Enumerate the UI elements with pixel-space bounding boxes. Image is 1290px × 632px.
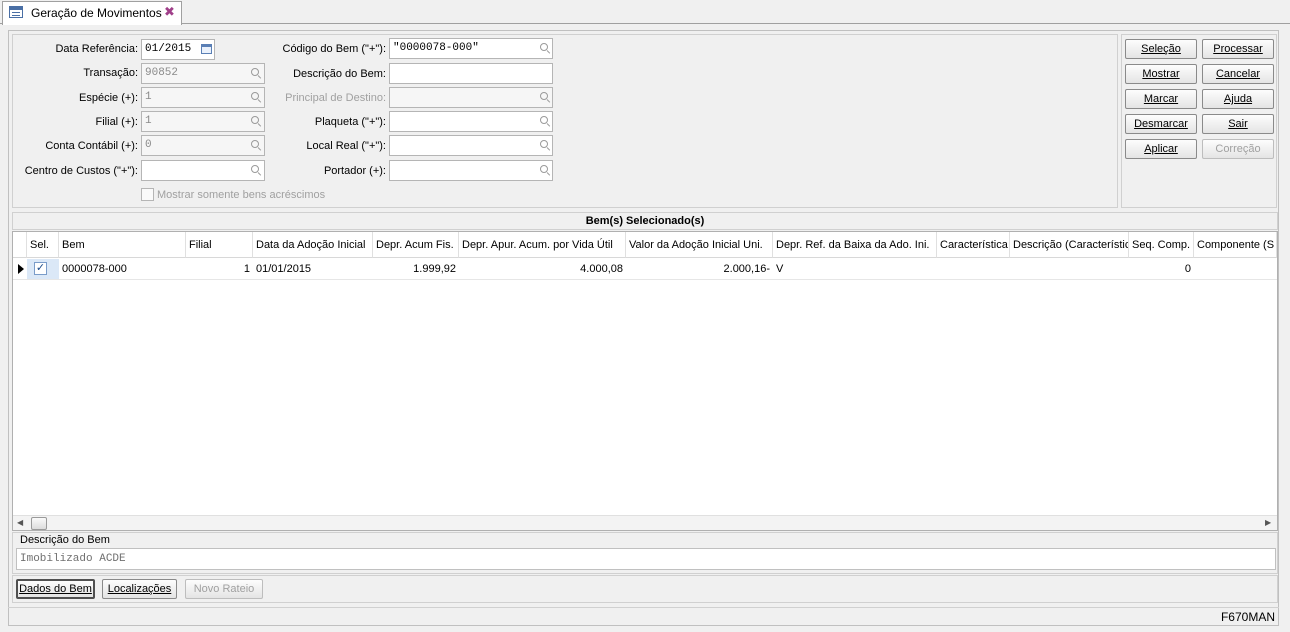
tab-geracao-movimentos[interactable]: Geração de Movimentos ✖ [2, 1, 182, 25]
transacao-field[interactable]: 90852 [141, 63, 265, 84]
descricao-bem-field[interactable] [389, 63, 553, 84]
search-icon[interactable] [540, 140, 550, 150]
dados-bem-button[interactable]: Dados do Bem [16, 579, 95, 599]
column-header[interactable]: Seq. Comp. [1129, 232, 1194, 258]
conta-contabil-label: Conta Contábil (+): [45, 140, 138, 152]
column-header[interactable]: Descrição (Característic [1010, 232, 1129, 258]
current-row-indicator-icon [18, 264, 24, 274]
row-indicator-header [13, 232, 27, 258]
descricao-label: Descrição do Bem [20, 534, 110, 546]
desmarcar-button[interactable]: Desmarcar [1125, 114, 1197, 134]
row-select-checkbox[interactable]: ✓ [34, 262, 47, 275]
column-header[interactable]: Característica [937, 232, 1010, 258]
search-icon[interactable] [251, 92, 261, 102]
table-cell-seq-comp[interactable]: 0 [1129, 259, 1194, 279]
centro-custos-field[interactable] [141, 160, 265, 181]
principal-destino-label: Principal de Destino: [285, 92, 386, 104]
column-header[interactable]: Bem [59, 232, 186, 258]
portador-label: Portador (+): [323, 165, 386, 177]
table-cell-depr-apur-acum[interactable]: 4.000,08 [459, 259, 626, 279]
mostrar-acrescimos-checkbox[interactable] [141, 188, 154, 201]
calendar-icon[interactable] [201, 44, 212, 54]
mostrar-acrescimos-label: Mostrar somente bens acréscimos [157, 189, 326, 201]
table-cell-valor-adocao[interactable]: 2.000,16- [626, 259, 773, 279]
mostrar-button[interactable]: Mostrar [1125, 64, 1197, 84]
plaqueta-label: Plaqueta ("+"): [314, 116, 386, 128]
local-real-field[interactable] [389, 135, 553, 156]
form-icon [9, 6, 23, 18]
transacao-label: Transação: [83, 67, 138, 79]
table-cell-bem[interactable]: 0000078-000 [59, 259, 186, 279]
scroll-right-icon[interactable]: ▶ [1265, 518, 1271, 527]
filial-label: Filial (+): [95, 116, 138, 128]
scroll-left-icon[interactable]: ◀ [17, 518, 23, 527]
row-divider [13, 279, 1277, 280]
close-icon[interactable]: ✖ [164, 4, 175, 20]
table-row-select-cell[interactable]: ✓ [27, 259, 59, 279]
table-cell-depr-ref-baixa[interactable]: V [773, 259, 937, 279]
conta-contabil-field[interactable]: 0 [141, 135, 265, 156]
table-cell-filial[interactable]: 1 [186, 259, 253, 279]
correcao-button[interactable]: Correção [1202, 139, 1274, 159]
centro-custos-label: Centro de Custos ("+"): [24, 165, 138, 177]
search-icon[interactable] [540, 165, 550, 175]
local-real-label: Local Real ("+"): [306, 140, 386, 152]
table-cell-caracteristica[interactable] [937, 259, 1010, 279]
column-header[interactable]: Filial [186, 232, 253, 258]
descricao-field[interactable]: Imobilizado ACDE [16, 548, 1276, 570]
descricao-bem-label: Descrição do Bem: [293, 68, 386, 80]
search-icon[interactable] [251, 165, 261, 175]
column-header[interactable]: Componente (S [1194, 232, 1277, 258]
especie-field[interactable]: 1 [141, 87, 265, 108]
filial-field[interactable]: 1 [141, 111, 265, 132]
tab-title: Geração de Movimentos [31, 6, 162, 20]
marcar-button[interactable]: Marcar [1125, 89, 1197, 109]
especie-label: Espécie (+): [79, 92, 138, 104]
data-referencia-label: Data Referência: [55, 43, 138, 55]
portador-field[interactable] [389, 160, 553, 181]
search-icon[interactable] [251, 140, 261, 150]
novo-rateio-button[interactable]: Novo Rateio [185, 579, 263, 599]
horizontal-scrollbar[interactable]: ◀ ▶ [13, 515, 1277, 530]
column-header[interactable]: Depr. Apur. Acum. por Vida Útil [459, 232, 626, 258]
principal-destino-field[interactable] [389, 87, 553, 108]
grid-title: Bem(s) Selecionado(s) [12, 212, 1278, 230]
table-cell-componente[interactable] [1194, 259, 1277, 279]
program-code: F670MAN [8, 607, 1279, 626]
processar-button[interactable]: Processar [1202, 39, 1274, 59]
sair-button[interactable]: Sair [1202, 114, 1274, 134]
column-header[interactable]: Valor da Adoção Inicial Uni. [626, 232, 773, 258]
codigo-bem-field[interactable]: "0000078-000" [389, 38, 553, 59]
plaqueta-field[interactable] [389, 111, 553, 132]
table-cell-data-adocao[interactable]: 01/01/2015 [253, 259, 373, 279]
scrollbar-thumb[interactable] [31, 517, 47, 530]
search-icon[interactable] [251, 68, 261, 78]
search-icon[interactable] [540, 92, 550, 102]
aplicar-button[interactable]: Aplicar [1125, 139, 1197, 159]
column-header[interactable]: Data da Adoção Inicial [253, 232, 373, 258]
ajuda-button[interactable]: Ajuda [1202, 89, 1274, 109]
selecao-button[interactable]: Seleção [1125, 39, 1197, 59]
table-cell-depr-acum-fis[interactable]: 1.999,92 [373, 259, 459, 279]
cancelar-button[interactable]: Cancelar [1202, 64, 1274, 84]
table-cell-descricao-caracteristica[interactable] [1010, 259, 1129, 279]
column-header[interactable]: Depr. Ref. da Baixa da Ado. Ini. [773, 232, 937, 258]
column-header[interactable]: Sel. [27, 232, 59, 258]
search-icon[interactable] [540, 116, 550, 126]
column-header[interactable]: Depr. Acum Fis. [373, 232, 459, 258]
search-icon[interactable] [540, 43, 550, 53]
selected-assets-grid: Sel. Bem Filial Data da Adoção Inicial D… [12, 231, 1278, 531]
tab-strip [0, 0, 1290, 24]
localizacoes-button[interactable]: Localizações [102, 579, 177, 599]
codigo-bem-label: Código do Bem ("+"): [282, 43, 387, 55]
search-icon[interactable] [251, 116, 261, 126]
